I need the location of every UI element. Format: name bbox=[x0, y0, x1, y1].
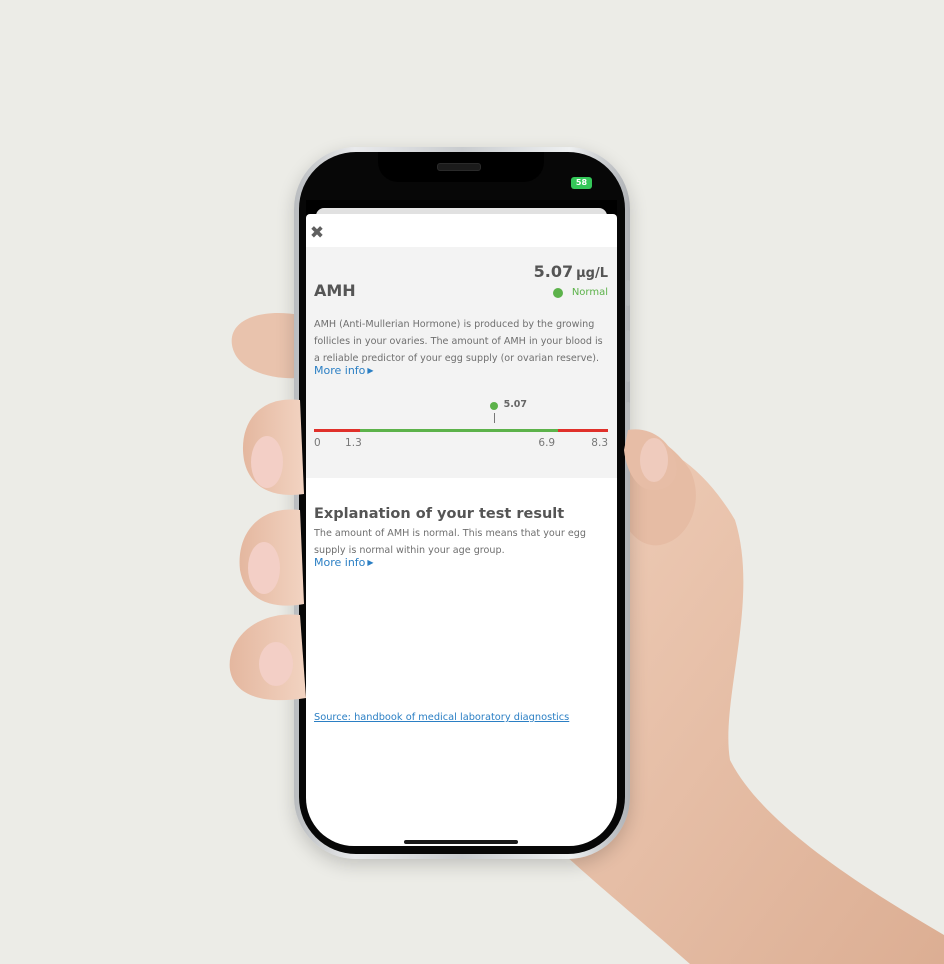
result-marker-label: 5.07 bbox=[503, 399, 528, 410]
phone-screen: ✖ AMH 5.07 µg/L Normal AMH (Anti-Mulleria… bbox=[306, 200, 617, 846]
range-high-segment bbox=[558, 429, 608, 432]
test-value-unit: µg/L bbox=[576, 266, 608, 281]
caret-right-icon: ▶ bbox=[367, 366, 374, 375]
result-marker-dot bbox=[489, 402, 498, 410]
power-button bbox=[626, 402, 630, 454]
battery-icon: 58 bbox=[571, 177, 592, 189]
result-panel: AMH 5.07 µg/L Normal AMH (Anti-Mullerian … bbox=[306, 247, 617, 478]
explanation-title: Explanation of your test result bbox=[314, 506, 565, 522]
source-link[interactable]: Source: handbook of medical laboratory d… bbox=[314, 712, 569, 723]
test-name: AMH bbox=[314, 281, 356, 300]
speaker-grille bbox=[437, 163, 481, 171]
range-normal-segment bbox=[360, 429, 559, 432]
status-label: Normal bbox=[571, 287, 608, 298]
range-high-label: 6.9 bbox=[538, 437, 556, 449]
test-value: 5.07 µg/L bbox=[534, 262, 608, 281]
reference-range-bar: 5.07 0 1.3 6.9 8.3 bbox=[314, 399, 608, 452]
caret-right-icon: ▶ bbox=[367, 558, 374, 567]
more-info-label: More info bbox=[314, 556, 366, 569]
result-modal: ✖ AMH 5.07 µg/L Normal AMH (Anti-Mulleria… bbox=[306, 214, 617, 846]
status-badge: Normal bbox=[552, 287, 608, 298]
explanation-text: The amount of AMH is normal. This means … bbox=[314, 528, 586, 556]
test-value-number: 5.07 bbox=[533, 262, 574, 281]
volume-button bbox=[626, 280, 630, 306]
home-indicator bbox=[404, 840, 518, 844]
range-low-label: 1.3 bbox=[345, 437, 362, 449]
volume-button bbox=[626, 330, 630, 382]
close-icon[interactable]: ✖ bbox=[308, 224, 326, 242]
range-max-label: 8.3 bbox=[591, 437, 608, 449]
range-min-label: 0 bbox=[314, 437, 321, 449]
status-dot-icon bbox=[552, 287, 563, 298]
range-low-segment bbox=[314, 429, 361, 432]
explanation-more-info-link[interactable]: More info ▶ bbox=[314, 556, 374, 569]
test-description: AMH (Anti-Mullerian Hormone) is produced… bbox=[314, 319, 603, 364]
more-info-link[interactable]: More info ▶ bbox=[314, 364, 374, 377]
result-marker-tick bbox=[493, 413, 495, 423]
more-info-label: More info bbox=[314, 364, 366, 377]
